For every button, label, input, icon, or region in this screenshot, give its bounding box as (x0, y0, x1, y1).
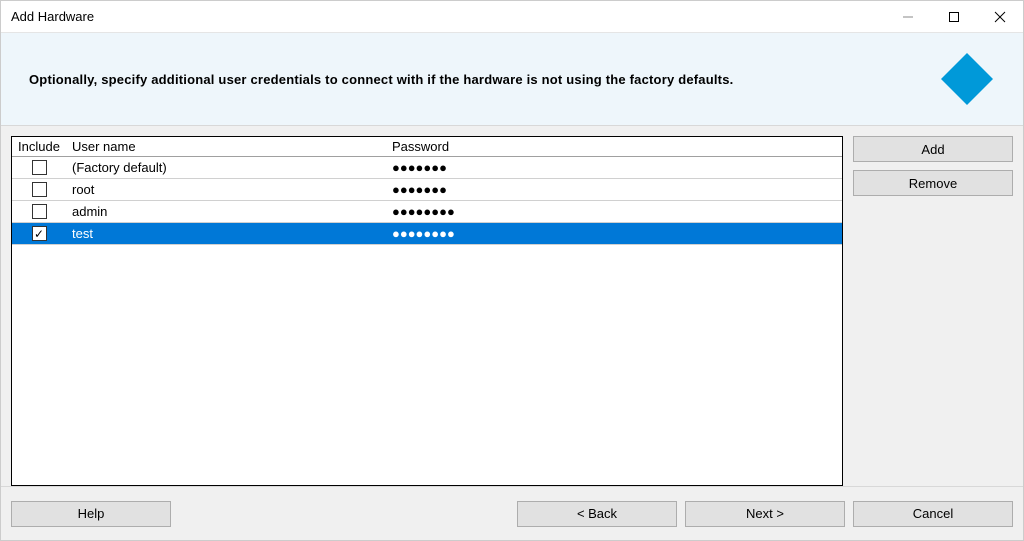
titlebar: Add Hardware (1, 1, 1023, 33)
col-header-password: Password (386, 137, 842, 157)
username-cell[interactable]: test (66, 226, 386, 241)
username-cell[interactable]: (Factory default) (66, 160, 386, 175)
table-row[interactable]: admin●●●●●●●● (12, 201, 842, 223)
include-cell (12, 182, 66, 197)
password-cell[interactable]: ●●●●●●●● (386, 226, 842, 241)
minimize-icon (902, 11, 914, 23)
password-cell[interactable]: ●●●●●●● (386, 182, 842, 197)
back-button[interactable]: < Back (517, 501, 677, 527)
include-cell (12, 204, 66, 219)
content-area: Include User name Password (Factory defa… (1, 126, 1023, 486)
col-header-include: Include (12, 137, 66, 157)
include-checkbox[interactable] (32, 204, 47, 219)
header-banner: Optionally, specify additional user cred… (1, 33, 1023, 126)
close-icon (994, 11, 1006, 23)
side-buttons: Add Remove (853, 136, 1013, 486)
footer: Help < Back Next > Cancel (1, 486, 1023, 540)
header-subtitle: Optionally, specify additional user cred… (29, 72, 939, 87)
maximize-icon (948, 11, 960, 23)
cancel-button[interactable]: Cancel (853, 501, 1013, 527)
help-button[interactable]: Help (11, 501, 171, 527)
add-button[interactable]: Add (853, 136, 1013, 162)
col-header-username: User name (66, 137, 386, 157)
window-controls (885, 1, 1023, 32)
table-row[interactable]: test●●●●●●●● (12, 223, 842, 245)
username-cell[interactable]: root (66, 182, 386, 197)
table-row[interactable]: (Factory default)●●●●●●● (12, 157, 842, 179)
table-header: Include User name Password (12, 137, 842, 157)
include-checkbox[interactable] (32, 182, 47, 197)
include-cell (12, 226, 66, 241)
table-body: (Factory default)●●●●●●●root●●●●●●●admin… (12, 157, 842, 485)
window-title: Add Hardware (11, 9, 885, 24)
credentials-table: Include User name Password (Factory defa… (11, 136, 843, 486)
next-button[interactable]: Next > (685, 501, 845, 527)
password-cell[interactable]: ●●●●●●●● (386, 204, 842, 219)
include-cell (12, 160, 66, 175)
table-row[interactable]: root●●●●●●● (12, 179, 842, 201)
username-cell[interactable]: admin (66, 204, 386, 219)
remove-button[interactable]: Remove (853, 170, 1013, 196)
password-cell[interactable]: ●●●●●●● (386, 160, 842, 175)
maximize-button[interactable] (931, 1, 977, 32)
close-button[interactable] (977, 1, 1023, 32)
include-checkbox[interactable] (32, 226, 47, 241)
diamond-icon (939, 51, 995, 107)
minimize-button[interactable] (885, 1, 931, 32)
include-checkbox[interactable] (32, 160, 47, 175)
header-logo (939, 51, 995, 107)
